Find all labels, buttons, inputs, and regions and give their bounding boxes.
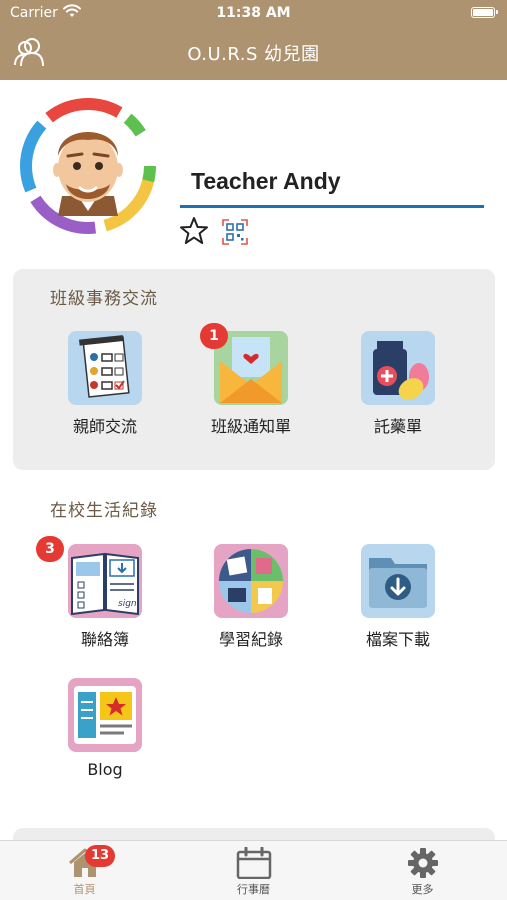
tile-file-download[interactable]: 檔案下載 bbox=[343, 544, 453, 650]
tab-home[interactable]: 13 首頁 bbox=[0, 841, 169, 900]
svg-text:sign: sign bbox=[118, 599, 137, 609]
page-title: O.U.R.S 幼兒園 bbox=[187, 44, 320, 65]
medicine-icon bbox=[361, 331, 435, 405]
teacher-avatar[interactable] bbox=[18, 96, 158, 236]
tile-class-notice[interactable]: 1 班級通知單 bbox=[196, 323, 306, 437]
qr-code-icon[interactable] bbox=[222, 219, 248, 245]
download-folder-icon bbox=[361, 544, 435, 618]
learning-record-icon bbox=[214, 544, 288, 618]
navigation-bar: Carrier 11:38 AM O.U.R.S 幼兒園 bbox=[0, 0, 507, 80]
tab-label: 更多 bbox=[411, 883, 434, 896]
name-underline bbox=[180, 205, 484, 208]
star-icon[interactable] bbox=[179, 216, 209, 246]
tile-learning-record[interactable]: 學習紀錄 bbox=[196, 544, 306, 650]
tile-label: 學習紀錄 bbox=[218, 630, 283, 649]
tile-label: Blog bbox=[87, 760, 123, 779]
tab-label: 首頁 bbox=[73, 883, 96, 896]
teacher-name: Teacher Andy bbox=[191, 168, 341, 194]
section-title-school-life: 在校生活紀錄 bbox=[50, 501, 158, 521]
checklist-icon bbox=[68, 331, 142, 405]
notebook-icon: sign 3 bbox=[36, 536, 142, 618]
notice-badge: 1 bbox=[200, 323, 228, 349]
tile-label: 班級通知單 bbox=[210, 417, 291, 436]
status-bar: Carrier 11:38 AM bbox=[0, 0, 507, 28]
envelope-icon: 1 bbox=[200, 323, 288, 405]
tab-calendar[interactable]: 行事曆 bbox=[169, 841, 338, 900]
section-title-class-affairs: 班級事務交流 bbox=[50, 289, 158, 309]
battery-icon bbox=[471, 7, 498, 18]
gear-icon bbox=[408, 848, 438, 878]
home-badge: 13 bbox=[85, 845, 116, 867]
status-time: 11:38 AM bbox=[216, 5, 291, 21]
contact-book-badge: 3 bbox=[36, 536, 64, 562]
blog-icon bbox=[68, 678, 142, 752]
tile-label: 檔案下載 bbox=[365, 630, 430, 649]
tile-label: 託藥單 bbox=[373, 417, 422, 436]
tab-bar: 13 首頁 行事曆 更多 bbox=[0, 840, 507, 900]
tile-contact-book[interactable]: sign 3 聯絡簿 bbox=[36, 536, 160, 650]
tile-blog[interactable]: Blog bbox=[50, 678, 160, 779]
tile-parent-teacher[interactable]: 親師交流 bbox=[50, 331, 160, 437]
tile-label: 親師交流 bbox=[72, 417, 137, 436]
calendar-icon bbox=[236, 847, 272, 879]
tile-medicine[interactable]: 託藥單 bbox=[343, 331, 453, 437]
tile-label: 聯絡簿 bbox=[80, 630, 129, 649]
tab-more[interactable]: 更多 bbox=[338, 841, 507, 900]
battery-level bbox=[473, 9, 493, 16]
tab-label: 行事曆 bbox=[237, 883, 270, 896]
